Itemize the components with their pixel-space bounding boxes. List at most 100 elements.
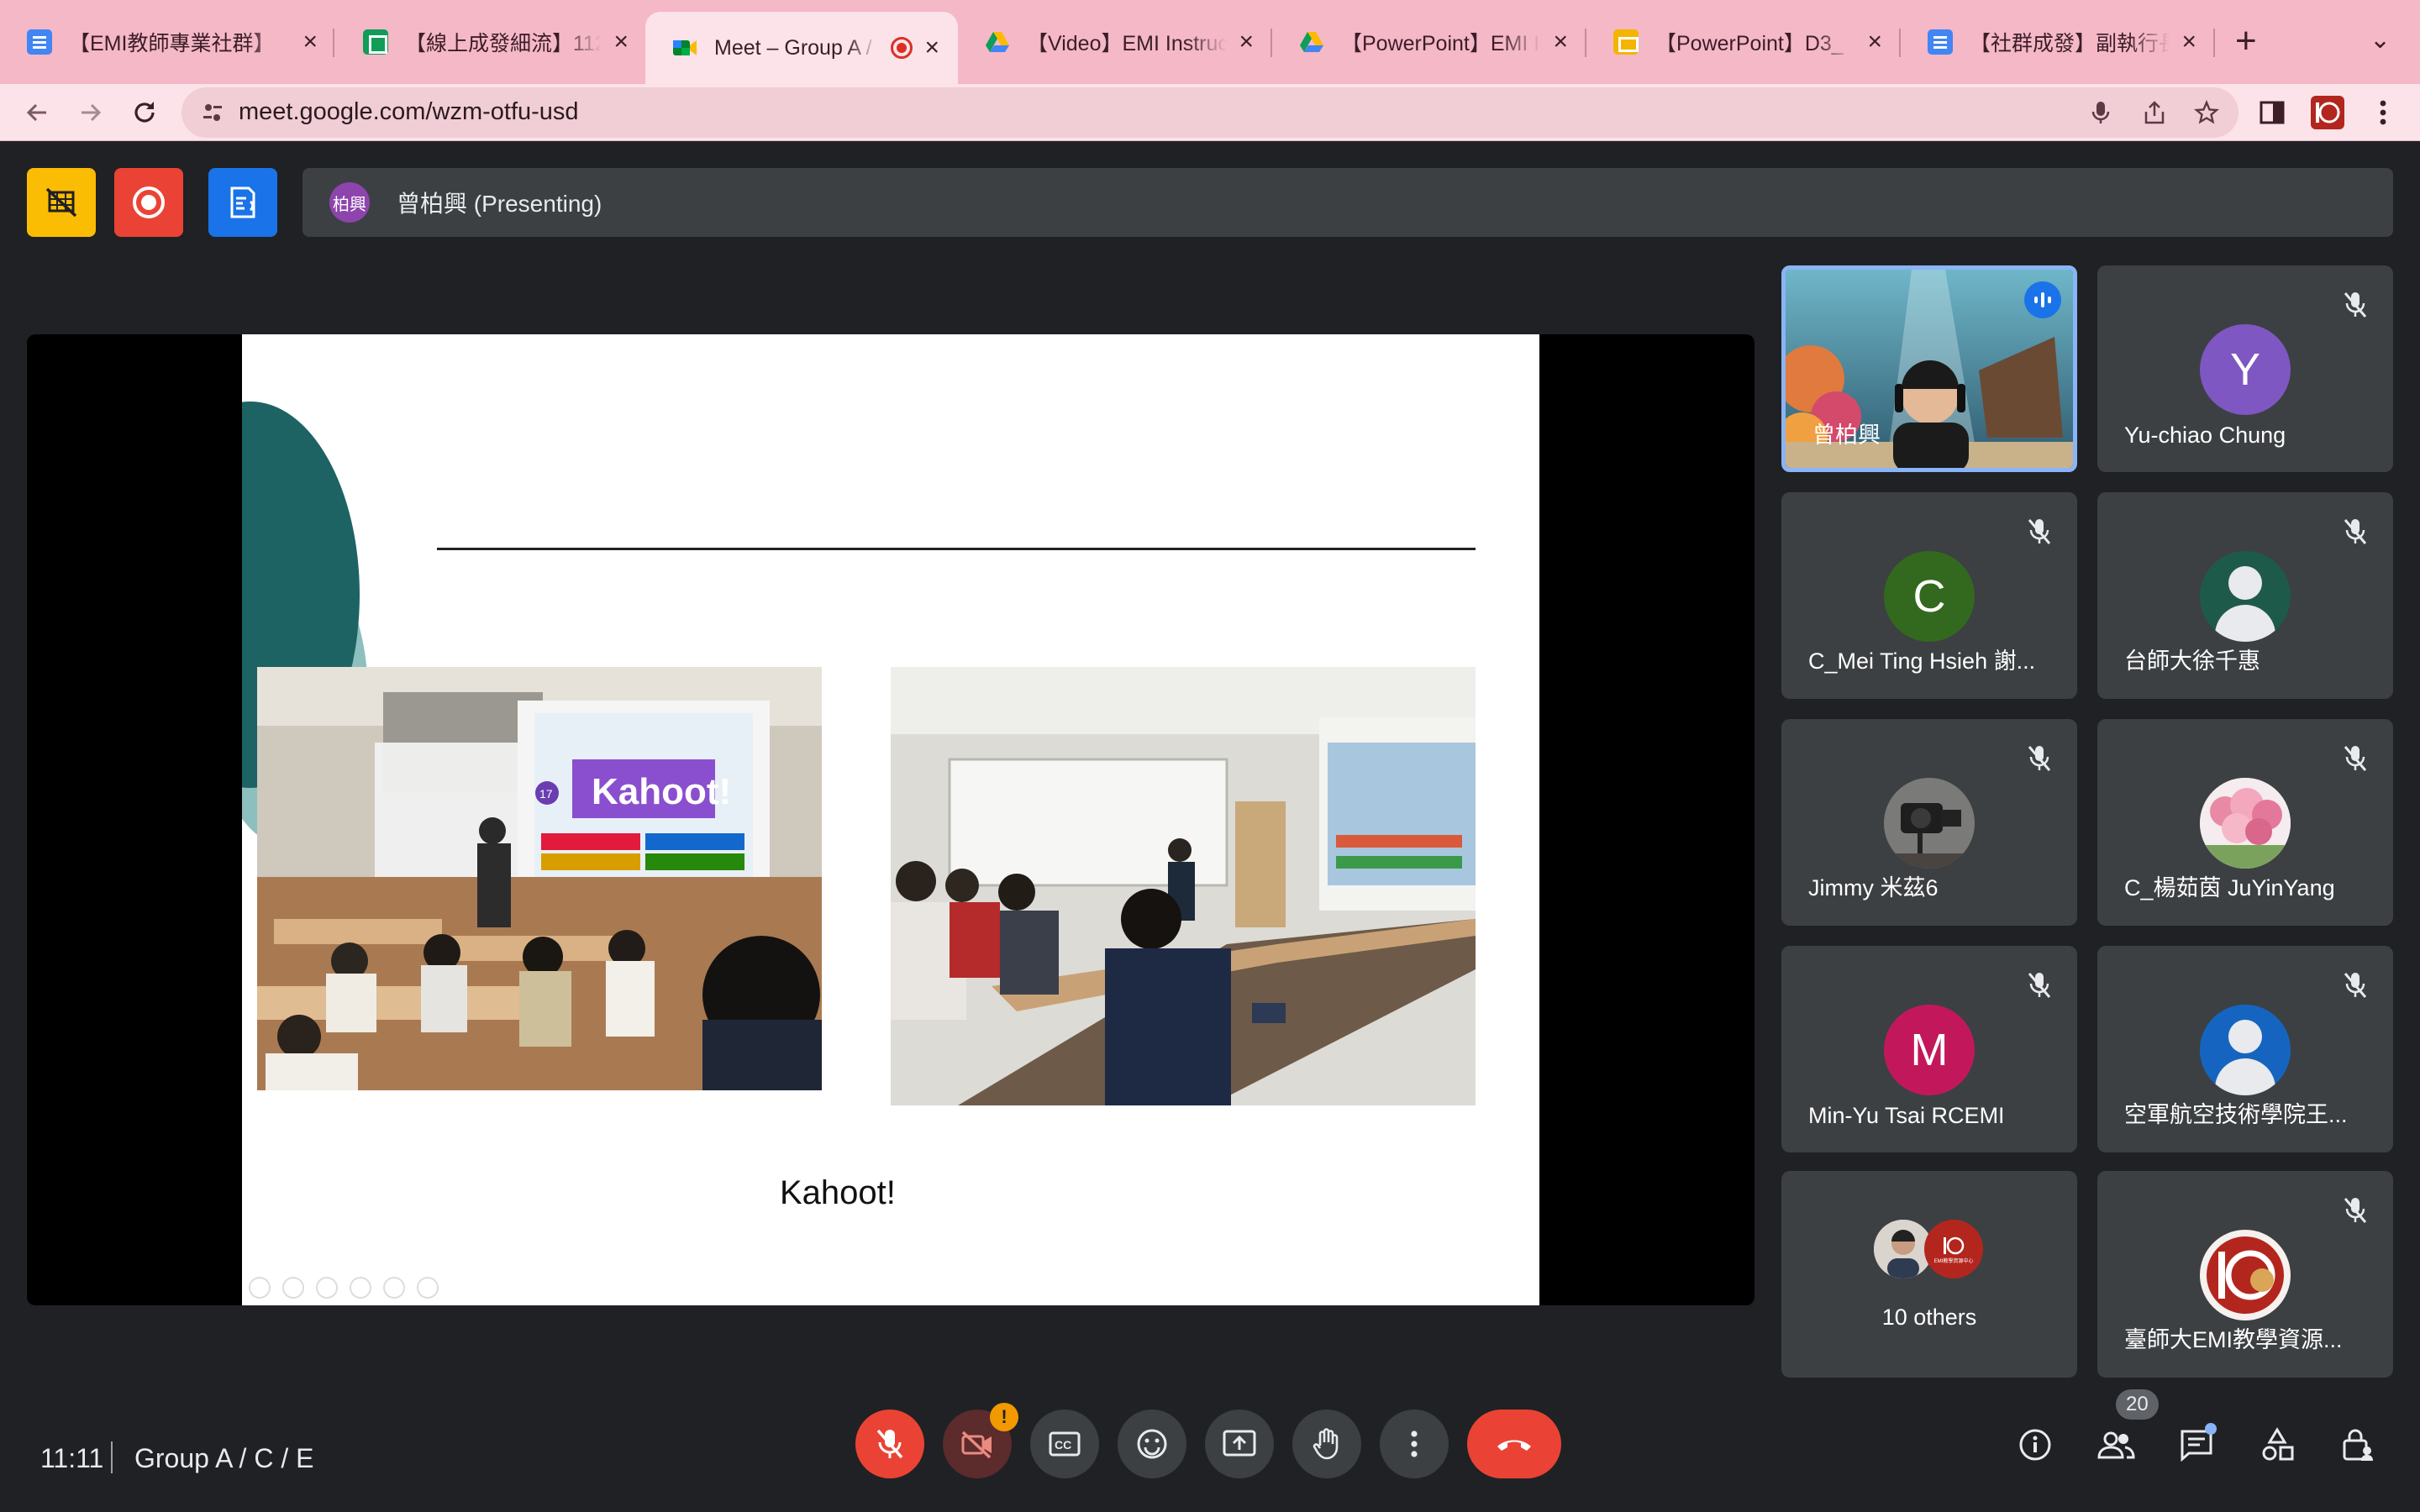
participant-name: Jimmy 米茲6: [1808, 875, 1939, 900]
camera-toggle-button[interactable]: !: [943, 1403, 1018, 1478]
close-icon[interactable]: ×: [613, 28, 629, 56]
zoom-icon[interactable]: [383, 1277, 405, 1299]
projector-kahoot-text: Kahoot!: [592, 771, 731, 812]
slide-player-controls[interactable]: [249, 1277, 439, 1299]
more-options-icon[interactable]: [417, 1277, 439, 1299]
new-tab-button[interactable]: +: [2235, 20, 2257, 62]
close-icon[interactable]: ×: [1867, 28, 1882, 56]
others-count-label: 10 others: [1881, 1305, 1977, 1330]
participant-name: C_楊茹茵 JuYinYang: [2124, 875, 2335, 900]
chat-button[interactable]: [2173, 1421, 2220, 1468]
site-info-icon[interactable]: [202, 101, 224, 124]
presentation-status-button[interactable]: [27, 168, 96, 237]
participant-tile[interactable]: C_楊茹茵 JuYinYang: [2097, 719, 2393, 926]
tab-title: 【PowerPoint】D3_: [1655, 32, 1844, 55]
participant-name: 台師大徐千惠: [2124, 648, 2260, 674]
present-screen-button[interactable]: [1205, 1410, 1274, 1478]
participant-tile[interactable]: 空軍航空技術學院王...: [2097, 946, 2393, 1152]
side-panel-icon[interactable]: [2254, 94, 2291, 131]
close-icon[interactable]: ×: [2181, 28, 2196, 56]
address-bar[interactable]: meet.google.com/wzm-otfu-usd: [182, 87, 2238, 138]
transcript-button[interactable]: [208, 168, 277, 237]
tab-title: 【PowerPoint】EMI I: [1341, 32, 1540, 55]
slides-grid-icon[interactable]: [350, 1277, 371, 1299]
mic-off-icon: [2344, 1198, 2367, 1223]
docs-icon: [1928, 29, 1953, 55]
raise-hand-button[interactable]: [1292, 1410, 1361, 1478]
close-icon[interactable]: ×: [1239, 28, 1254, 56]
recording-icon: [891, 37, 913, 59]
participant-tile[interactable]: C C_Mei Ting Hsieh 謝...: [1781, 492, 2077, 699]
projector-question-badge: 17: [539, 787, 553, 801]
captions-icon: CC: [1049, 1431, 1081, 1457]
participant-name: C_Mei Ting Hsieh 謝...: [1808, 648, 2036, 674]
arrow-left-icon: [26, 103, 46, 122]
meeting-details-button[interactable]: [2012, 1421, 2059, 1468]
close-icon[interactable]: ×: [1553, 28, 1568, 56]
mic-off-icon: [2344, 973, 2367, 998]
recording-button[interactable]: [114, 168, 183, 237]
participant-tile[interactable]: 臺師大EMI教學資源...: [2097, 1171, 2393, 1378]
bookmark-star-icon[interactable]: [2191, 97, 2222, 128]
browser-menu-icon[interactable]: [2365, 94, 2402, 131]
pen-icon[interactable]: [316, 1277, 338, 1299]
tab-meet-active[interactable]: Meet – Group A / ×: [645, 12, 958, 84]
slide-caption: Kahoot!: [780, 1174, 896, 1211]
tab-title: 【Video】EMI Instruc: [1027, 32, 1228, 55]
participant-photo-avatar: [2200, 778, 2291, 869]
tab-video-emi-drive[interactable]: 【Video】EMI Instruc ×: [958, 12, 1272, 72]
back-button[interactable]: [17, 92, 57, 133]
tab-search-button[interactable]: ⌄: [2370, 25, 2391, 55]
host-controls-button[interactable]: [2334, 1421, 2381, 1468]
mic-icon[interactable]: [2086, 97, 2116, 128]
profile-avatar[interactable]: [2309, 94, 2346, 131]
arrow-right-icon: [82, 103, 102, 122]
tab-separator: [2213, 29, 2215, 57]
tab-title: 【社群成發】副執行長: [1970, 32, 2170, 55]
emoji-icon: [1137, 1429, 1167, 1459]
leave-call-button[interactable]: [1467, 1410, 1561, 1478]
tab-title: 【EMI教師專業社群】: [69, 32, 275, 55]
hand-icon: [1313, 1428, 1339, 1460]
camera-warning-badge: !: [990, 1403, 1018, 1431]
participant-avatar: C: [1884, 551, 1975, 642]
reactions-button[interactable]: [1118, 1410, 1186, 1478]
share-icon[interactable]: [2139, 97, 2170, 128]
presenter-avatar: 柏興: [329, 182, 370, 223]
no-camera-grid-icon: [45, 187, 77, 218]
others-tile[interactable]: EMI教學資源中心 10 others: [1781, 1171, 2077, 1378]
participant-tile-speaker[interactable]: 曾柏興: [1781, 265, 2077, 472]
info-icon: [2019, 1429, 2051, 1461]
mic-off-icon: [876, 1429, 903, 1459]
participant-tile[interactable]: 台師大徐千惠: [2097, 492, 2393, 699]
tab-powerpoint-d3-slides[interactable]: 【PowerPoint】D3_ ×: [1586, 12, 1901, 72]
microphone-toggle-button[interactable]: [855, 1410, 924, 1478]
sheets-icon: [363, 29, 388, 55]
tab-online-flow-sheet[interactable]: 【線上成發細流】112 ×: [336, 12, 647, 72]
tab-powerpoint-emi-drive[interactable]: 【PowerPoint】EMI I ×: [1272, 12, 1586, 72]
participant-tile[interactable]: Y Yu-chiao Chung: [2097, 265, 2393, 472]
prev-slide-icon[interactable]: [249, 1277, 271, 1299]
reload-button[interactable]: [124, 92, 165, 133]
lock-person-icon: [2343, 1429, 2373, 1461]
more-options-button[interactable]: [1380, 1410, 1449, 1478]
participant-tile[interactable]: Jimmy 米茲6: [1781, 719, 2077, 926]
close-icon[interactable]: ×: [302, 28, 318, 56]
captions-button[interactable]: CC: [1030, 1410, 1099, 1478]
classroom-photo-left: Kahoot! 17: [257, 667, 822, 1090]
people-button[interactable]: [2092, 1421, 2139, 1468]
close-icon[interactable]: ×: [924, 34, 939, 62]
next-slide-icon[interactable]: [282, 1277, 304, 1299]
participant-tile[interactable]: M Min-Yu Tsai RCEMI: [1781, 946, 2077, 1152]
tab-emi-community-doc[interactable]: 【EMI教師專業社群】 ×: [0, 12, 336, 72]
activities-button[interactable]: [2254, 1421, 2301, 1468]
presentation-stage[interactable]: Kahoot! 17 Kahoot!: [27, 334, 1754, 1305]
tab-community-vice-ceo-doc[interactable]: 【社群成發】副執行長 ×: [1901, 12, 2215, 72]
presenting-banner: 柏興 曾柏興 (Presenting): [302, 168, 2393, 237]
forward-button[interactable]: [71, 92, 111, 133]
camera-off-icon: [961, 1431, 992, 1458]
meeting-name: Group A / C / E: [134, 1443, 314, 1473]
presenter-label: 曾柏興 (Presenting): [397, 191, 602, 217]
mic-off-icon: [2344, 519, 2367, 544]
participant-count-badge: 20: [2116, 1389, 2159, 1420]
